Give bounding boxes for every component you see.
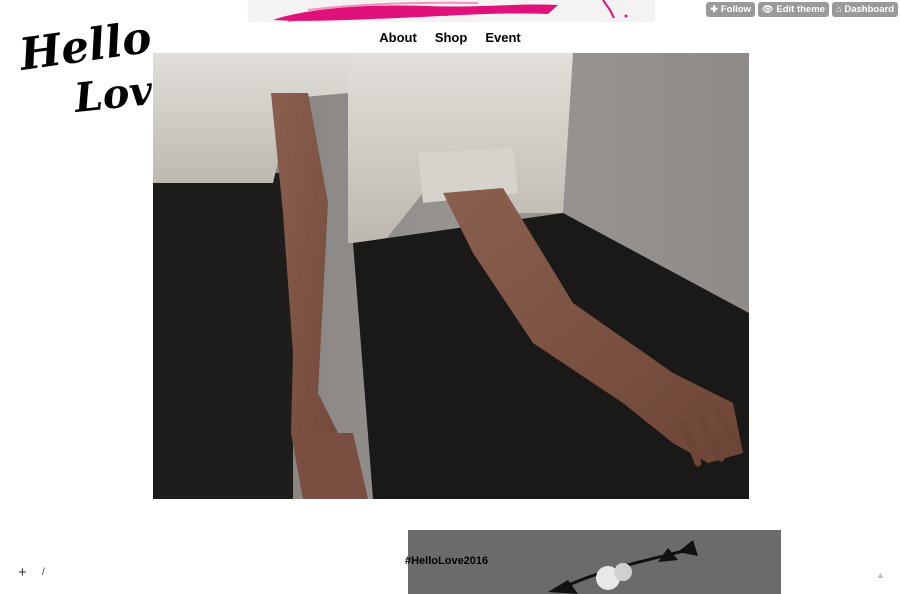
slash-separator: / — [42, 567, 45, 578]
dashboard-label: Dashboard — [844, 4, 894, 15]
photo-two-men-arms — [153, 53, 749, 499]
page: ✚ Follow 👁 Edit theme ⌂ Dashboard Hello … — [0, 0, 900, 594]
edit-theme-button[interactable]: 👁 Edit theme — [757, 2, 829, 17]
scroll-to-top-icon[interactable]: ▲ — [876, 570, 885, 580]
nav-event[interactable]: Event — [485, 30, 520, 45]
follow-label: Follow — [720, 4, 751, 15]
plus-icon: ✚ — [710, 4, 718, 14]
post-caption-hashtag[interactable]: #HelloLove2016 — [405, 555, 488, 567]
edit-theme-label: Edit theme — [776, 4, 825, 15]
main-nav: About Shop Event — [0, 30, 900, 45]
post-photo[interactable] — [153, 53, 749, 499]
plus-icon[interactable]: + — [18, 564, 27, 581]
tumblr-controls: ✚ Follow 👁 Edit theme ⌂ Dashboard — [706, 2, 898, 17]
header-banner — [248, 0, 655, 22]
eye-icon: 👁 — [761, 4, 774, 14]
nav-shop[interactable]: Shop — [435, 30, 468, 45]
follow-button[interactable]: ✚ Follow — [706, 2, 755, 17]
nav-about[interactable]: About — [379, 30, 417, 45]
dashboard-button[interactable]: ⌂ Dashboard — [831, 2, 898, 17]
home-icon: ⌂ — [835, 4, 842, 14]
